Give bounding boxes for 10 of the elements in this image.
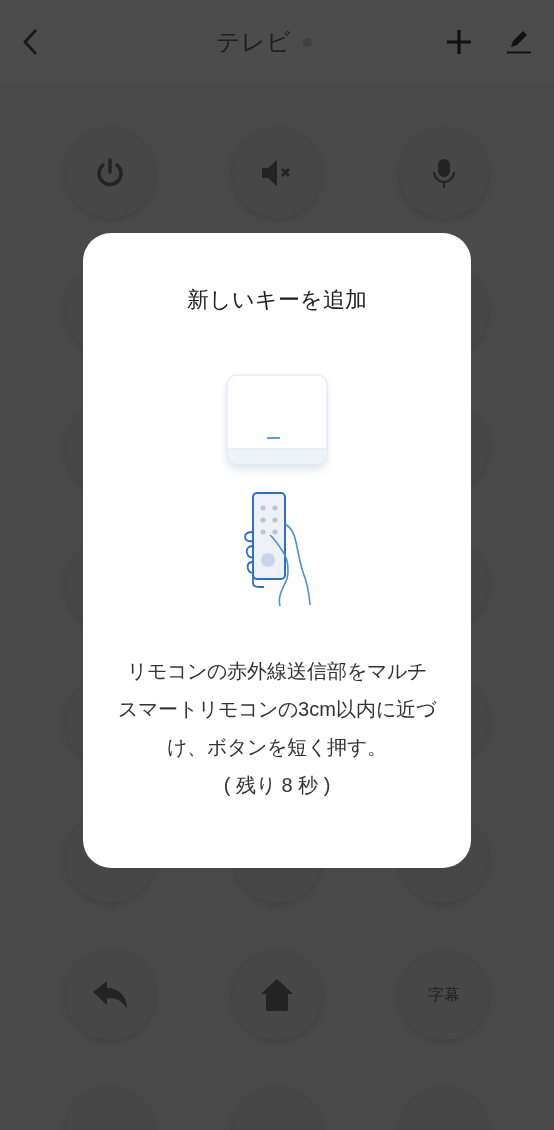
countdown-text: ( 残り 8 秒 )	[223, 773, 331, 798]
muted-speaker-icon	[261, 158, 293, 188]
dialog-title: 新しいキーを追加	[187, 286, 367, 314]
power-icon	[94, 157, 126, 189]
edit-icon[interactable]	[506, 30, 532, 54]
add-icon[interactable]	[446, 29, 472, 55]
instruction-text: リモコンの赤外線送信部をマルチスマートリモコンの3cm以内に近づけ、ボタンを短く押す。	[118, 659, 436, 760]
home-icon	[260, 979, 294, 1011]
microphone-icon	[432, 158, 456, 188]
return-arrow-icon	[93, 981, 127, 1009]
